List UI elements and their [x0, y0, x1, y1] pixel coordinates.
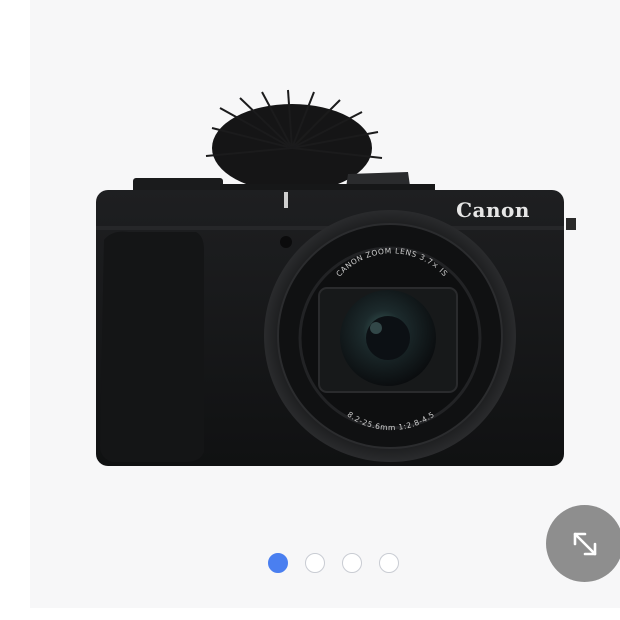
lens: CANON ZOOM LENS 3.7× IS 8.2-25.6mm 1:2.8… [264, 210, 516, 462]
camera-grip [100, 231, 204, 462]
expand-button[interactable] [546, 505, 620, 582]
front-sensor [280, 236, 292, 248]
carousel-pagination [268, 553, 399, 573]
strap-lug [566, 218, 576, 230]
carousel-dot-2[interactable] [305, 553, 325, 573]
carousel-dot-4[interactable] [379, 553, 399, 573]
product-image[interactable]: Canon CANON ZOOM LENS 3.7× IS 8.2-25.6mm… [0, 0, 620, 620]
carousel-dot-1[interactable] [268, 553, 288, 573]
brand-logo: Canon [456, 198, 530, 222]
carousel-dot-3[interactable] [342, 553, 362, 573]
expand-icon [573, 532, 596, 555]
